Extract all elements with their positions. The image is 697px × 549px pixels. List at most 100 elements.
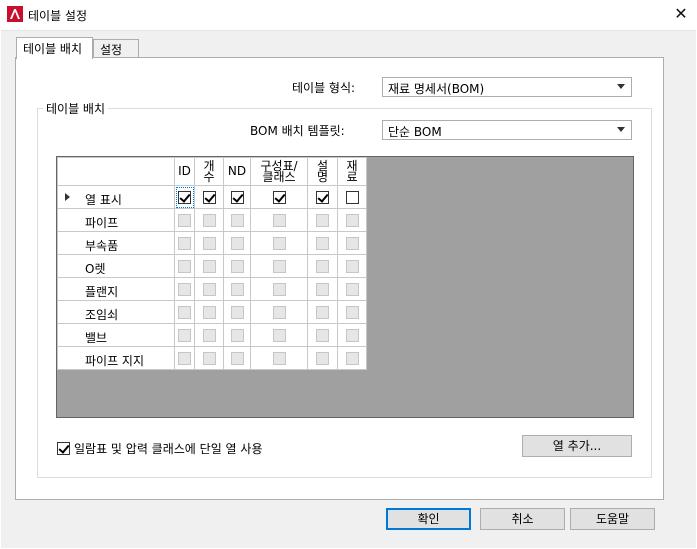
column-checkbox bbox=[345, 237, 359, 250]
row-header-cell[interactable]: 조임쇠 bbox=[57, 300, 175, 324]
grid-cell bbox=[174, 185, 195, 209]
row-header-cell[interactable]: 열 표시 bbox=[57, 185, 175, 209]
bom-template-label: BOM 배치 템플릿: bbox=[250, 124, 345, 138]
column-checkbox bbox=[178, 352, 191, 365]
close-button[interactable]: ✕ bbox=[667, 2, 695, 26]
grid-cell bbox=[174, 208, 195, 232]
grid-cell bbox=[337, 208, 367, 232]
grid-cell bbox=[174, 323, 195, 347]
grid-cell bbox=[250, 254, 308, 278]
grid-cell bbox=[194, 254, 224, 278]
column-checkbox bbox=[272, 329, 286, 342]
column-checkbox[interactable] bbox=[178, 191, 191, 204]
corner-header-cell bbox=[57, 157, 175, 186]
column-checkbox bbox=[345, 260, 359, 273]
chevron-down-icon bbox=[617, 84, 625, 89]
grid-cell bbox=[223, 323, 251, 347]
column-checkbox bbox=[272, 352, 286, 365]
grid-cell bbox=[194, 185, 224, 209]
column-header-quantity[interactable]: 개수 bbox=[194, 157, 224, 186]
row-name: O렛 bbox=[85, 262, 106, 276]
column-checkbox bbox=[316, 214, 329, 227]
grid-cell bbox=[223, 300, 251, 324]
ok-button[interactable]: 확인 bbox=[386, 508, 471, 530]
row-name: 파이프 지지 bbox=[85, 354, 145, 368]
column-checkbox[interactable] bbox=[316, 191, 329, 204]
grid-cell bbox=[223, 185, 251, 209]
tab-table-layout[interactable]: 테이블 배치 bbox=[16, 37, 93, 59]
grid-cell bbox=[307, 254, 338, 278]
grid-cell bbox=[337, 185, 367, 209]
grid-row: 파이프 bbox=[57, 208, 367, 232]
grid-cell bbox=[194, 231, 224, 255]
row-name: 플랜지 bbox=[85, 285, 119, 299]
row-name: 열 표시 bbox=[85, 193, 122, 207]
column-checkbox bbox=[316, 283, 329, 296]
column-header-nd[interactable]: ND bbox=[223, 157, 251, 186]
column-checkbox bbox=[230, 260, 244, 273]
column-checkbox bbox=[230, 283, 244, 296]
grid-cell bbox=[194, 323, 224, 347]
add-column-button[interactable]: 열 추가... bbox=[522, 435, 632, 457]
column-checkbox bbox=[272, 214, 286, 227]
grid-row: O렛 bbox=[57, 254, 367, 278]
table-style-value: 재료 명세서(BOM) bbox=[388, 82, 485, 96]
single-column-label: 일람표 및 압력 클래스에 단일 열 사용 bbox=[74, 442, 263, 456]
column-checkbox bbox=[202, 352, 216, 365]
column-header-description[interactable]: 설명 bbox=[307, 157, 338, 186]
bom-template-dropdown[interactable]: 단순 BOM bbox=[382, 120, 632, 140]
column-checkbox bbox=[345, 214, 359, 227]
column-checkbox bbox=[230, 306, 244, 319]
grid-cell bbox=[307, 185, 338, 209]
grid-cell bbox=[194, 277, 224, 301]
row-header-cell[interactable]: 파이프 지지 bbox=[57, 346, 175, 370]
grid-cell bbox=[337, 346, 367, 370]
grid-cell bbox=[337, 323, 367, 347]
column-checkbox bbox=[202, 260, 216, 273]
autocad-logo-icon bbox=[7, 6, 23, 22]
column-checkbox[interactable] bbox=[202, 191, 216, 204]
column-checkbox[interactable] bbox=[345, 191, 359, 204]
grid-cell bbox=[223, 231, 251, 255]
grid-cell bbox=[223, 254, 251, 278]
column-checkbox bbox=[178, 237, 191, 250]
table-style-dropdown[interactable]: 재료 명세서(BOM) bbox=[382, 77, 632, 97]
grid-row: 밸브 bbox=[57, 323, 367, 347]
single-column-checkbox[interactable] bbox=[57, 442, 70, 455]
grid-cell bbox=[250, 185, 308, 209]
column-checkbox bbox=[230, 352, 244, 365]
column-checkbox bbox=[202, 237, 216, 250]
column-checkbox bbox=[202, 306, 216, 319]
grid-cell bbox=[250, 346, 308, 370]
row-header-cell[interactable]: O렛 bbox=[57, 254, 175, 278]
column-checkbox bbox=[316, 329, 329, 342]
column-checkbox bbox=[230, 214, 244, 227]
grid-cell bbox=[307, 300, 338, 324]
help-button[interactable]: 도움말 bbox=[570, 508, 655, 530]
column-grid[interactable]: ID 개수 ND 구성표/클래스 설명 재료 열 표시 파이프 부속품 O렛플랜지조임… bbox=[56, 156, 634, 418]
grid-cell bbox=[174, 231, 195, 255]
row-header-cell[interactable]: 부속품 bbox=[57, 231, 175, 255]
cancel-button[interactable]: 취소 bbox=[480, 508, 565, 530]
column-header-id[interactable]: ID bbox=[174, 157, 195, 186]
column-header-spec-class[interactable]: 구성표/클래스 bbox=[250, 157, 308, 186]
column-checkbox[interactable] bbox=[272, 191, 286, 204]
tab-settings[interactable]: 설정 bbox=[93, 39, 139, 58]
column-header-material[interactable]: 재료 bbox=[337, 157, 367, 186]
grid-cell bbox=[337, 254, 367, 278]
grid-cell bbox=[174, 300, 195, 324]
row-header-cell[interactable]: 파이프 bbox=[57, 208, 175, 232]
row-name: 조임쇠 bbox=[85, 308, 119, 322]
column-checkbox bbox=[178, 260, 191, 273]
column-checkbox bbox=[272, 283, 286, 296]
column-checkbox bbox=[178, 214, 191, 227]
grid-cell bbox=[174, 254, 195, 278]
column-checkbox bbox=[316, 237, 329, 250]
row-header-cell[interactable]: 밸브 bbox=[57, 323, 175, 347]
column-checkbox[interactable] bbox=[230, 191, 244, 204]
table-style-label: 테이블 형식: bbox=[292, 81, 356, 95]
grid-row: 부속품 bbox=[57, 231, 367, 255]
grid-row: 파이프 지지 bbox=[57, 346, 367, 370]
row-header-cell[interactable]: 플랜지 bbox=[57, 277, 175, 301]
grid-cell bbox=[250, 323, 308, 347]
